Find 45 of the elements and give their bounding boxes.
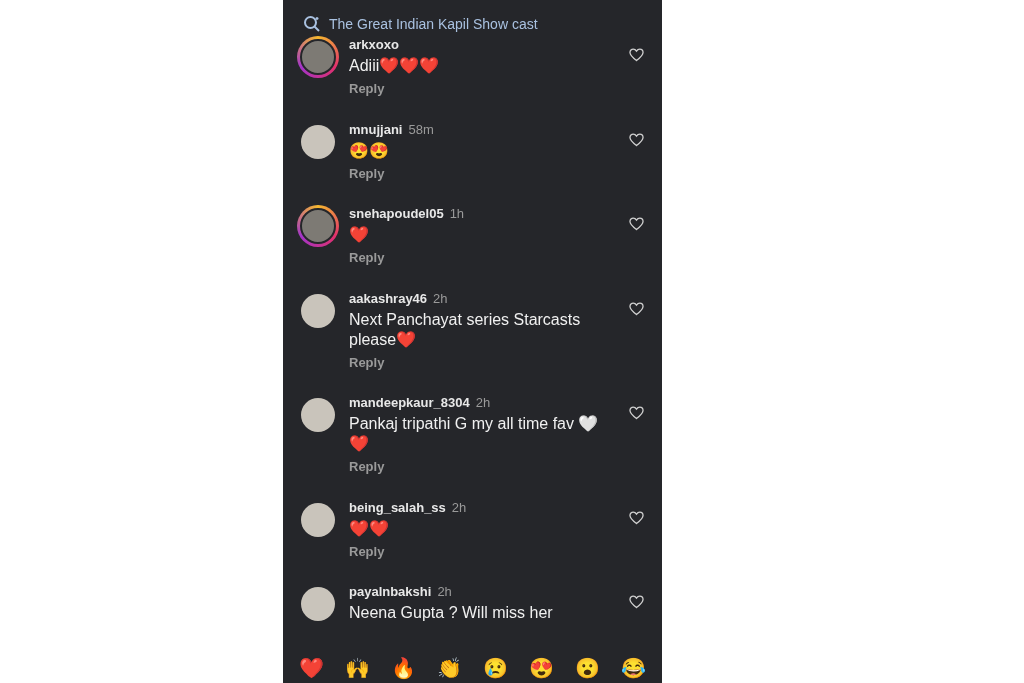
reaction-emoji[interactable]: 😂 (621, 656, 646, 680)
comment-time: 2h (451, 498, 467, 517)
reaction-emoji[interactable]: 🔥 (391, 656, 416, 680)
reply-link[interactable]: Reply (349, 541, 385, 561)
reaction-emoji[interactable]: 🙌 (345, 656, 370, 680)
reaction-emoji[interactable]: 😢 (483, 656, 508, 680)
comment-time: 58m (408, 120, 434, 139)
comment-text: Adiii❤❤❤ (349, 56, 441, 76)
reaction-emoji[interactable]: 👏 (437, 656, 462, 680)
avatar[interactable] (297, 205, 339, 247)
comment-time: 2h (475, 394, 491, 412)
username[interactable]: arkxoxo (349, 36, 399, 54)
comment-time: 2h (433, 289, 448, 308)
comment-text: 😍😍 (349, 140, 390, 161)
reply-link[interactable]: Reply (349, 457, 385, 477)
heart-icon[interactable] (629, 301, 644, 316)
reply-link[interactable]: Reply (349, 352, 385, 372)
comment-time: 2h (437, 583, 452, 601)
heart-icon[interactable] (629, 406, 644, 420)
comment-text: Next Panchayat series Starcasts please❤ (349, 309, 582, 350)
search-icon (303, 15, 321, 33)
comment-text: ❤ (349, 225, 370, 245)
username[interactable]: mnujjani (349, 120, 403, 139)
heart-icon[interactable] (629, 510, 644, 525)
heart-icon[interactable] (629, 595, 644, 609)
comment-time: 1h (449, 205, 465, 223)
reply-link[interactable]: Reply (349, 248, 385, 268)
username[interactable]: being_salah_ss (349, 498, 446, 517)
comment-text: Pankaj tripathi G my all time fav 🤍❤ (349, 414, 600, 454)
username[interactable]: mandeepkaur_8304 (349, 394, 470, 412)
reaction-emoji[interactable]: ❤ (299, 656, 324, 680)
reply-link[interactable]: Reply (349, 79, 385, 99)
heart-icon[interactable] (629, 132, 644, 147)
reaction-emoji[interactable]: 😮 (575, 656, 600, 680)
avatar[interactable] (297, 36, 339, 78)
username[interactable]: payalnbakshi (349, 583, 432, 601)
heart-icon[interactable] (629, 48, 644, 62)
heart-icon[interactable] (629, 217, 644, 231)
username[interactable]: aakashray46 (349, 289, 428, 308)
reaction-emoji[interactable]: 😍 (529, 656, 554, 680)
reply-link[interactable]: Reply (349, 163, 385, 183)
username[interactable]: snehapoudel05 (349, 205, 444, 223)
search-query[interactable]: The Great Indian Kapil Show cast (329, 13, 538, 35)
comment-text: Neena Gupta ? Will miss her (349, 603, 554, 623)
comment-text: ❤❤ (349, 518, 390, 539)
